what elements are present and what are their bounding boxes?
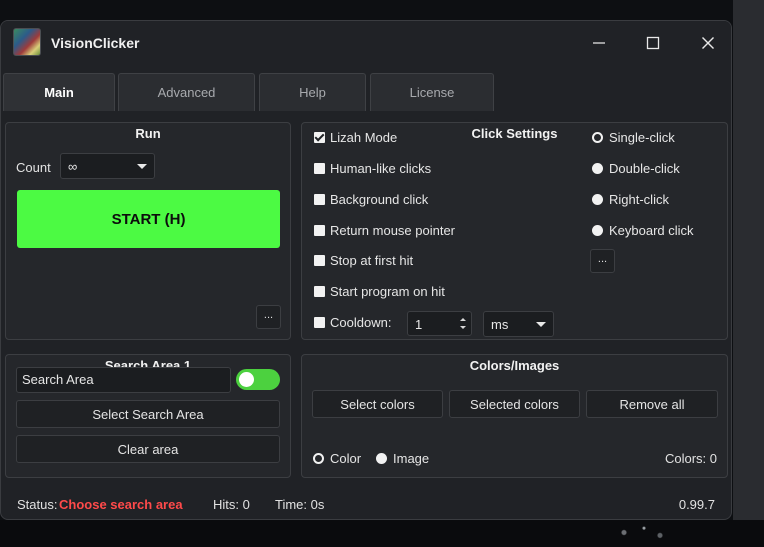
checkbox-icon: [314, 285, 325, 297]
app-window: VisionClicker Main Advanced Help License…: [0, 20, 732, 520]
hits-counter: Hits: 0: [213, 497, 250, 512]
cooldown-unit-value: ms: [491, 317, 509, 332]
colors-count: Colors: 0: [664, 451, 717, 466]
checkbox-label: Cooldown:: [330, 314, 392, 330]
checkbox-label: Return mouse pointer: [330, 222, 456, 238]
checkbox-lizah-mode[interactable]: Lizah Mode: [314, 128, 397, 146]
toggle-knob: [239, 372, 254, 387]
status-value: Choose search area: [59, 497, 183, 512]
checkbox-checked-icon: [314, 131, 325, 143]
radio-color[interactable]: Color: [313, 449, 361, 467]
radio-double-click[interactable]: Double-click: [592, 159, 680, 177]
status-label: Status:: [17, 497, 58, 512]
checkbox-icon: [314, 162, 325, 174]
checkbox-background-click[interactable]: Background click: [314, 190, 428, 208]
checkbox-icon: [314, 193, 325, 205]
minimize-button[interactable]: [586, 31, 612, 55]
tab-license[interactable]: License: [370, 73, 494, 111]
version-label: 0.99.7: [678, 497, 715, 512]
selected-colors-button[interactable]: Selected colors: [449, 390, 580, 418]
checkbox-cooldown[interactable]: Cooldown:: [314, 313, 391, 331]
radio-selected-icon: [313, 452, 324, 464]
search-area-name-input[interactable]: Search Area: [16, 367, 231, 393]
chevron-down-icon: [137, 164, 147, 169]
radio-image[interactable]: Image: [376, 449, 429, 467]
tab-main[interactable]: Main: [3, 73, 115, 111]
colors-images-title: Colors/Images: [469, 358, 560, 373]
title-bar[interactable]: VisionClicker: [1, 21, 731, 65]
click-settings-panel: Click Settings Lizah Mode Human-like cli…: [301, 122, 728, 340]
clear-area-button[interactable]: Clear area: [16, 435, 280, 463]
checkbox-label: Start program on hit: [330, 283, 445, 299]
desktop-wallpaper-detail: [600, 518, 680, 547]
checkbox-label: Human-like clicks: [330, 160, 432, 176]
radio-label: Single-click: [609, 129, 675, 145]
checkbox-return-mouse-pointer[interactable]: Return mouse pointer: [314, 221, 455, 239]
radio-label: Double-click: [609, 160, 680, 176]
checkbox-stop-at-first-hit[interactable]: Stop at first hit: [314, 251, 413, 269]
count-label: Count: [16, 160, 51, 175]
close-icon: [702, 37, 714, 49]
radio-label: Image: [393, 450, 430, 466]
cooldown-spinbox[interactable]: 1: [407, 311, 472, 336]
search-area-toggle[interactable]: [236, 369, 280, 390]
checkbox-human-like-clicks[interactable]: Human-like clicks: [314, 159, 431, 177]
radio-icon: [592, 224, 603, 236]
select-colors-button[interactable]: Select colors: [312, 390, 443, 418]
radio-right-click[interactable]: Right-click: [592, 190, 669, 208]
checkbox-icon: [314, 224, 325, 236]
spin-up-icon[interactable]: [460, 318, 466, 321]
radio-keyboard-click[interactable]: Keyboard click: [592, 221, 694, 239]
run-panel-title: Run: [135, 126, 161, 141]
chevron-down-icon: [536, 322, 546, 327]
radio-label: Right-click: [609, 191, 669, 207]
radio-icon: [592, 162, 603, 174]
minimize-icon: [593, 42, 605, 44]
app-logo-icon: [13, 28, 41, 56]
checkbox-icon: [314, 316, 325, 328]
search-area-panel: Search Area 1 Search Area Select Search …: [5, 354, 291, 478]
radio-icon: [592, 193, 603, 205]
click-settings-more-button[interactable]: ...: [590, 249, 615, 273]
radio-icon: [376, 452, 387, 464]
count-dropdown[interactable]: ∞: [60, 153, 155, 179]
run-panel: Run Count ∞ START (H) ...: [5, 122, 291, 340]
maximize-icon: [646, 36, 660, 50]
run-more-button[interactable]: ...: [256, 305, 281, 329]
count-value: ∞: [68, 159, 78, 174]
spin-down-icon[interactable]: [460, 326, 466, 329]
tab-advanced[interactable]: Advanced: [118, 73, 255, 111]
select-search-area-button[interactable]: Select Search Area: [16, 400, 280, 428]
desktop-background: [733, 0, 764, 547]
checkbox-label: Lizah Mode: [330, 129, 398, 145]
cooldown-unit-dropdown[interactable]: ms: [483, 311, 554, 337]
close-button[interactable]: [695, 31, 721, 55]
status-bar: Status: Choose search area Hits: 0 Time:…: [1, 489, 731, 519]
radio-label: Color: [330, 450, 362, 466]
colors-images-panel: Colors/Images Select colors Selected col…: [301, 354, 728, 478]
checkbox-start-program-on-hit[interactable]: Start program on hit: [314, 282, 445, 300]
tab-help[interactable]: Help: [259, 73, 366, 111]
time-counter: Time: 0s: [275, 497, 325, 512]
radio-label: Keyboard click: [609, 222, 694, 238]
app-title: VisionClicker: [51, 35, 140, 51]
checkbox-label: Stop at first hit: [330, 252, 414, 268]
radio-single-click[interactable]: Single-click: [592, 128, 675, 146]
remove-all-button[interactable]: Remove all: [586, 390, 718, 418]
start-button[interactable]: START (H): [17, 190, 280, 248]
cooldown-value: 1: [415, 317, 423, 332]
checkbox-label: Background click: [330, 191, 429, 207]
maximize-button[interactable]: [640, 31, 666, 55]
checkbox-icon: [314, 254, 325, 266]
radio-selected-icon: [592, 131, 603, 143]
